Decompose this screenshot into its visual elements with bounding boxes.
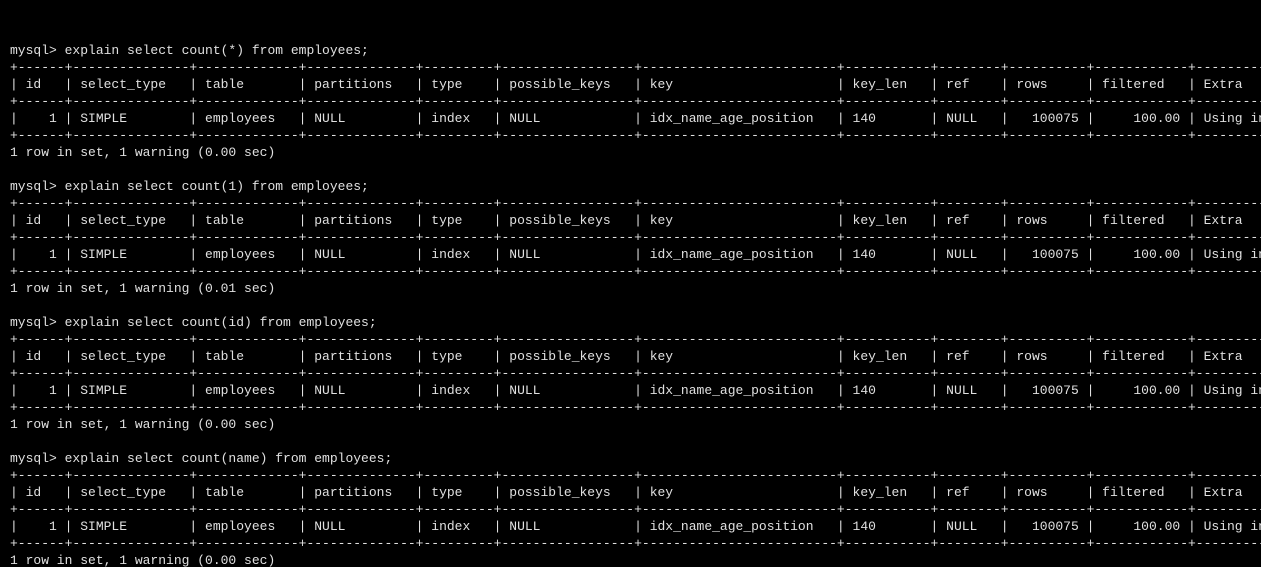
query-4-sep-bot: +------+---------------+-------------+--…: [10, 536, 1261, 551]
query-3-sep-bot: +------+---------------+-------------+--…: [10, 400, 1261, 415]
query-2-sep-bot: +------+---------------+-------------+--…: [10, 264, 1261, 279]
query-3-prompt: mysql> explain select count(id) from emp…: [10, 315, 377, 330]
query-1-sep-top: +------+---------------+-------------+--…: [10, 60, 1261, 75]
query-4-sep-mid: +------+---------------+-------------+--…: [10, 502, 1261, 517]
query-4-sep-top: +------+---------------+-------------+--…: [10, 468, 1261, 483]
query-1-footer: 1 row in set, 1 warning (0.00 sec): [10, 145, 275, 160]
query-1-data: | 1 | SIMPLE | employees | NULL | index …: [10, 111, 1261, 126]
query-2-data: | 1 | SIMPLE | employees | NULL | index …: [10, 247, 1261, 262]
query-3-header: | id | select_type | table | partitions …: [10, 349, 1261, 364]
query-2-sep-top: +------+---------------+-------------+--…: [10, 196, 1261, 211]
query-1-header: | id | select_type | table | partitions …: [10, 77, 1261, 92]
query-4-footer: 1 row in set, 1 warning (0.00 sec): [10, 553, 275, 567]
query-2-prompt: mysql> explain select count(1) from empl…: [10, 179, 369, 194]
mysql-terminal[interactable]: mysql> explain select count(*) from empl…: [0, 34, 1261, 567]
query-1-prompt: mysql> explain select count(*) from empl…: [10, 43, 369, 58]
query-1-sep-mid: +------+---------------+-------------+--…: [10, 94, 1261, 109]
query-3-sep-top: +------+---------------+-------------+--…: [10, 332, 1261, 347]
query-2-sep-mid: +------+---------------+-------------+--…: [10, 230, 1261, 245]
query-3-sep-mid: +------+---------------+-------------+--…: [10, 366, 1261, 381]
query-1-sep-bot: +------+---------------+-------------+--…: [10, 128, 1261, 143]
query-3-data: | 1 | SIMPLE | employees | NULL | index …: [10, 383, 1261, 398]
query-4-prompt: mysql> explain select count(name) from e…: [10, 451, 392, 466]
query-2-footer: 1 row in set, 1 warning (0.01 sec): [10, 281, 275, 296]
query-4-header: | id | select_type | table | partitions …: [10, 485, 1261, 500]
query-4-data: | 1 | SIMPLE | employees | NULL | index …: [10, 519, 1261, 534]
query-2-header: | id | select_type | table | partitions …: [10, 213, 1261, 228]
query-3-footer: 1 row in set, 1 warning (0.00 sec): [10, 417, 275, 432]
